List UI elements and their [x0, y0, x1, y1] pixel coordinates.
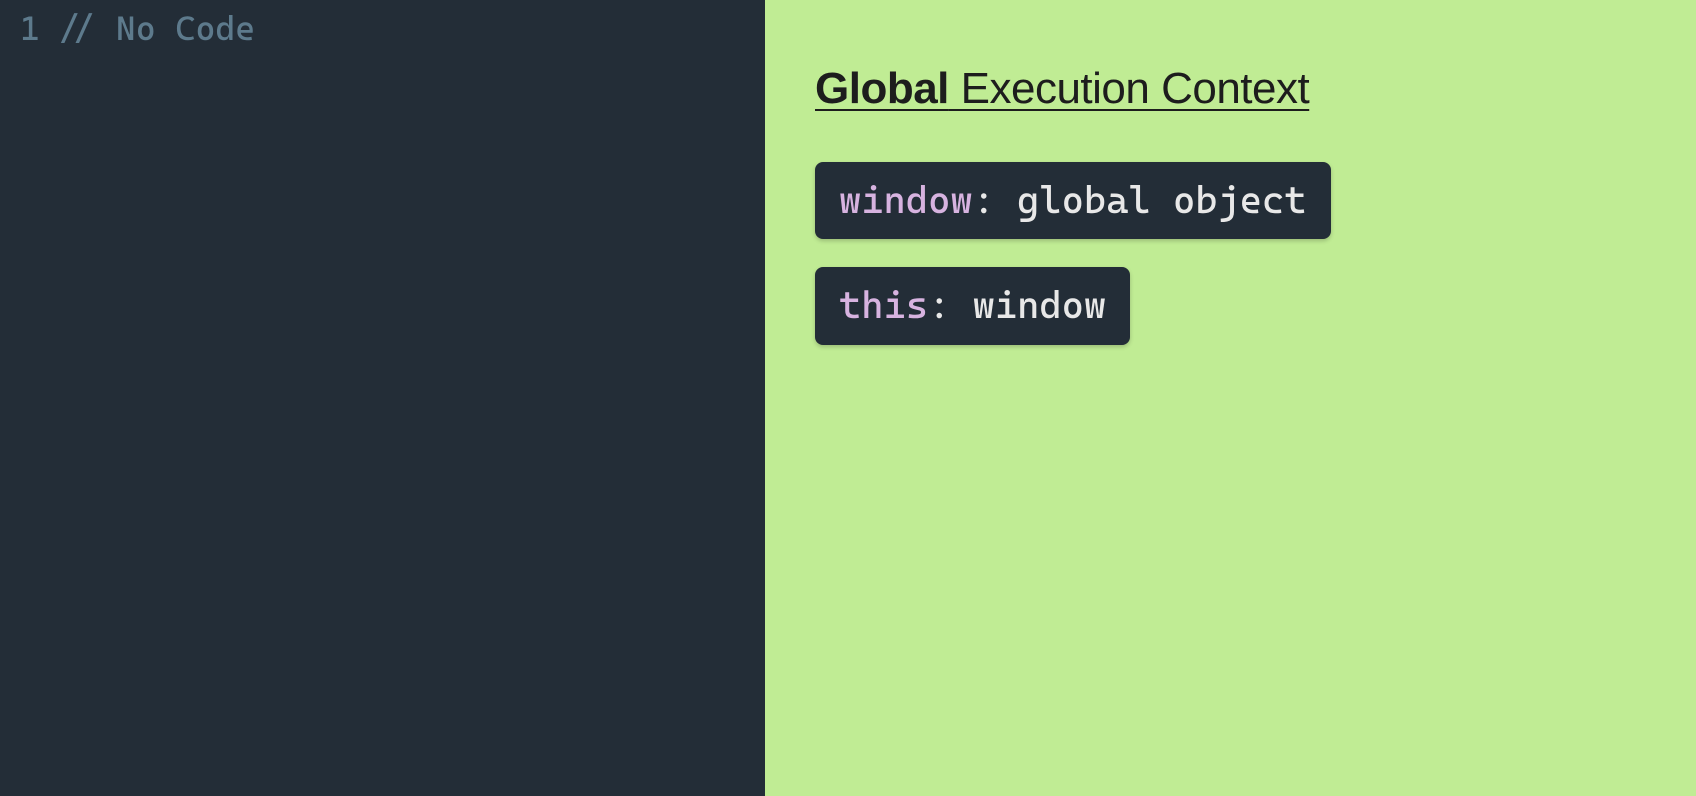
binding-key: this — [839, 283, 928, 327]
execution-context-pane: Global Execution Context window: global … — [765, 0, 1696, 796]
binding-colon: : — [928, 283, 973, 327]
code-line: 1 // No Code — [0, 8, 765, 49]
binding-value: window — [973, 283, 1107, 327]
bindings-list: window: global object this: window — [815, 162, 1646, 373]
binding-colon: : — [973, 178, 1018, 222]
binding-window: window: global object — [815, 162, 1331, 239]
binding-this: this: window — [815, 267, 1130, 344]
binding-key: window — [839, 178, 973, 222]
context-title-bold: Global — [815, 64, 949, 113]
line-content: // No Code — [56, 8, 255, 49]
binding-value: global object — [1017, 178, 1306, 222]
context-title: Global Execution Context — [815, 64, 1646, 114]
context-title-rest: Execution Context — [949, 64, 1309, 113]
line-number: 1 — [0, 8, 56, 49]
code-editor-pane: 1 // No Code — [0, 0, 765, 796]
